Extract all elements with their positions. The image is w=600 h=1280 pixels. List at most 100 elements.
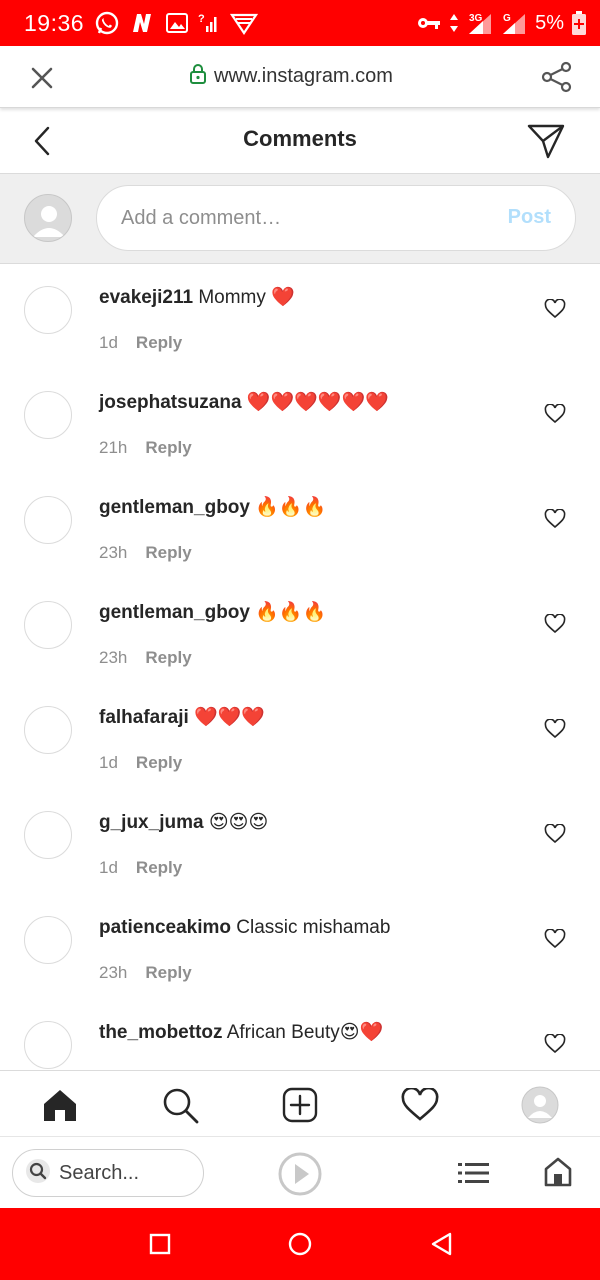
profile-avatar-icon[interactable] [520, 1085, 560, 1125]
home-circle-icon[interactable] [288, 1232, 312, 1256]
heart-icon[interactable] [544, 403, 566, 424]
direct-message-icon[interactable] [526, 122, 566, 160]
list-item: evakeji211 Mommy ❤️ 1d Reply [0, 265, 600, 370]
heart-icon[interactable] [544, 928, 566, 949]
comment-body: ❤️❤️❤️ [194, 707, 266, 728]
comment-body: 🔥🔥🔥 [255, 602, 327, 623]
reply-button[interactable]: Reply [145, 648, 191, 668]
search-icon[interactable] [160, 1085, 200, 1125]
comment-username[interactable]: evakeji211 [99, 287, 193, 308]
comment-input-container: Post [96, 185, 576, 251]
browser-search-field[interactable]: Search... [12, 1149, 204, 1197]
signal-3g-icon: 3G [467, 10, 493, 36]
list-menu-icon[interactable] [458, 1161, 490, 1185]
heart-icon[interactable] [544, 718, 566, 739]
comment-time: 23h [99, 648, 128, 667]
android-navigation-bar [0, 1208, 600, 1280]
recent-apps-icon[interactable] [148, 1232, 172, 1256]
post-button[interactable]: Post [508, 206, 551, 229]
browser-search-placeholder: Search... [59, 1161, 140, 1184]
comment-time: 23h [99, 543, 128, 562]
back-triangle-icon[interactable] [430, 1232, 454, 1256]
svg-text:3G: 3G [469, 13, 483, 24]
reply-button[interactable]: Reply [136, 858, 182, 878]
comment-body: Mommy ❤️ [198, 287, 295, 308]
status-time: 19:36 [24, 9, 85, 36]
comment-body: Classic mishamab [236, 917, 391, 938]
comment-username[interactable]: gentleman_gboy [99, 497, 250, 518]
browser-url-bar: www.instagram.com [0, 46, 600, 108]
activity-heart-icon[interactable] [400, 1085, 440, 1125]
list-item: the_mobettoz African Beuty😍❤️ [0, 1000, 600, 1070]
browser-bottom-bar: Search... [0, 1136, 600, 1208]
svg-text:G: G [503, 13, 511, 24]
avatar[interactable] [24, 496, 72, 544]
comment-input[interactable] [121, 202, 491, 234]
comment-username[interactable]: the_mobettoz [99, 1022, 223, 1043]
comments-header: Comments [0, 108, 600, 174]
heart-icon[interactable] [544, 508, 566, 529]
comment-username[interactable]: falhafaraji [99, 707, 189, 728]
reply-button[interactable]: Reply [136, 753, 182, 773]
reply-button[interactable]: Reply [145, 438, 191, 458]
comment-time: 23h [99, 963, 128, 982]
comment-username[interactable]: josephatsuzana [99, 392, 242, 413]
whatsapp-icon [94, 10, 120, 36]
svg-text:?: ? [198, 13, 205, 25]
battery-icon [572, 11, 586, 35]
page-title: Comments [243, 126, 357, 151]
url-field[interactable]: www.instagram.com [190, 64, 393, 89]
comment-body: ❤️❤️❤️❤️❤️❤️ [246, 392, 389, 413]
avatar[interactable] [24, 286, 72, 334]
avatar[interactable] [24, 706, 72, 754]
avatar[interactable] [24, 916, 72, 964]
reply-button[interactable]: Reply [145, 543, 191, 563]
heart-icon[interactable] [544, 823, 566, 844]
heart-icon[interactable] [544, 613, 566, 634]
comment-username[interactable]: g_jux_juma [99, 812, 204, 833]
image-icon [166, 13, 189, 33]
avatar [24, 194, 72, 242]
avatar[interactable] [24, 811, 72, 859]
avatar[interactable] [24, 601, 72, 649]
reply-button[interactable]: Reply [136, 333, 182, 353]
home-icon[interactable] [40, 1085, 80, 1125]
comment-username[interactable]: patienceakimo [99, 917, 231, 938]
search-icon [25, 1158, 51, 1189]
avatar[interactable] [24, 1021, 72, 1069]
add-comment-bar: Post [0, 174, 600, 264]
data-arrows-icon [449, 13, 459, 33]
play-icon[interactable] [277, 1151, 323, 1197]
list-item: gentleman_gboy 🔥🔥🔥 23h Reply [0, 580, 600, 685]
heart-icon[interactable] [544, 1033, 566, 1054]
comment-time: 21h [99, 438, 128, 457]
news-app-icon [130, 12, 156, 34]
reply-button[interactable]: Reply [145, 963, 191, 983]
list-item: patienceakimo Classic mishamab 23h Reply [0, 895, 600, 1000]
list-item: gentleman_gboy 🔥🔥🔥 23h Reply [0, 475, 600, 580]
vpn-key-icon [417, 16, 441, 30]
comment-time: 1d [99, 858, 118, 877]
comment-time: 1d [99, 333, 118, 352]
comment-body: African Beuty😍❤️ [226, 1022, 384, 1043]
new-post-icon[interactable] [280, 1085, 320, 1125]
heart-icon[interactable] [544, 298, 566, 319]
avatar[interactable] [24, 391, 72, 439]
list-item: josephatsuzana ❤️❤️❤️❤️❤️❤️ 21h Reply [0, 370, 600, 475]
lock-icon [190, 64, 206, 89]
comment-time: 1d [99, 753, 118, 772]
share-icon[interactable] [540, 60, 574, 94]
browser-home-icon[interactable] [544, 1157, 572, 1187]
signal-unknown-icon: ? [198, 12, 220, 34]
url-text: www.instagram.com [214, 65, 393, 87]
list-item: falhafaraji ❤️❤️❤️ 1d Reply [0, 685, 600, 790]
comment-body: 🔥🔥🔥 [255, 497, 327, 518]
comments-list: evakeji211 Mommy ❤️ 1d Reply josephatsuza… [0, 265, 600, 1070]
comment-username[interactable]: gentleman_gboy [99, 602, 250, 623]
close-icon[interactable] [26, 62, 58, 94]
signal-g-icon: G [501, 10, 527, 36]
comment-body: 😍😍😍 [208, 812, 269, 833]
back-arrow-icon[interactable] [30, 124, 58, 158]
airtel-icon [230, 11, 259, 35]
status-bar: 19:36 ? 3G G 5% [0, 0, 600, 46]
